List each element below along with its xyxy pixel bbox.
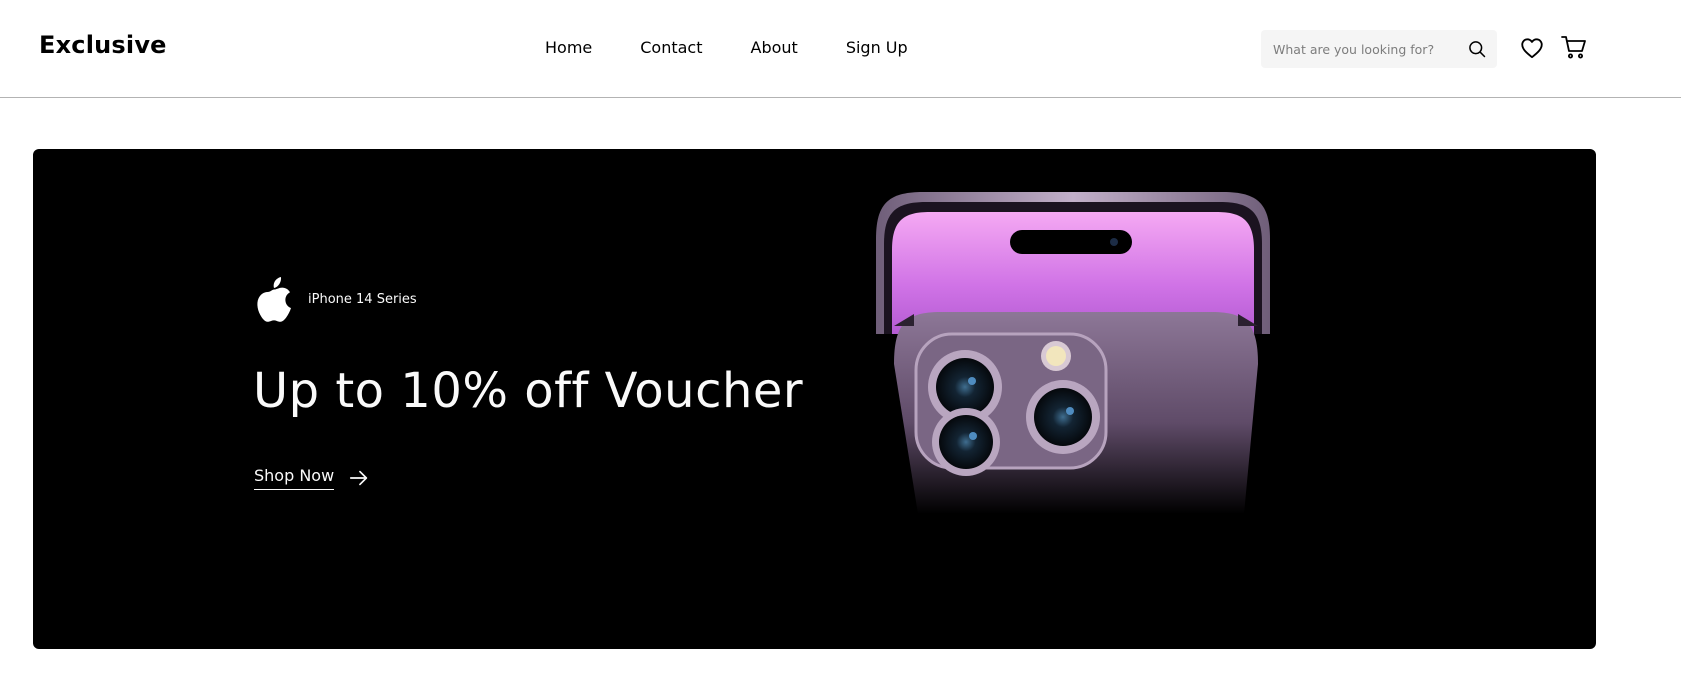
site-logo[interactable]: Exclusive — [39, 31, 167, 59]
hero-banner: iPhone 14 Series Up to 10% off Voucher S… — [33, 149, 1596, 649]
nav-link-about[interactable]: About — [751, 38, 798, 58]
nav-link-sign-up[interactable]: Sign Up — [846, 38, 908, 58]
search-icon[interactable] — [1467, 39, 1487, 59]
heart-icon[interactable] — [1519, 35, 1545, 61]
nav-link-contact[interactable]: Contact — [640, 38, 702, 58]
nav-link-home[interactable]: Home — [545, 38, 592, 58]
shop-now-link[interactable]: Shop Now — [254, 466, 370, 490]
cart-icon[interactable] — [1560, 33, 1588, 61]
search-input[interactable] — [1273, 30, 1459, 68]
search-box — [1261, 30, 1497, 68]
banner-headline: Up to 10% off Voucher — [253, 363, 804, 419]
main-nav: Home Contact About Sign Up — [545, 38, 908, 58]
apple-logo — [257, 277, 291, 322]
brand-row: iPhone 14 Series — [254, 275, 417, 324]
iphone-image — [876, 192, 1270, 514]
arrow-right-icon[interactable] — [348, 467, 370, 489]
series-label: iPhone 14 Series — [308, 292, 417, 307]
shop-now-label[interactable]: Shop Now — [254, 466, 335, 490]
site-header: Exclusive Home Contact About Sign Up — [0, 0, 1681, 98]
